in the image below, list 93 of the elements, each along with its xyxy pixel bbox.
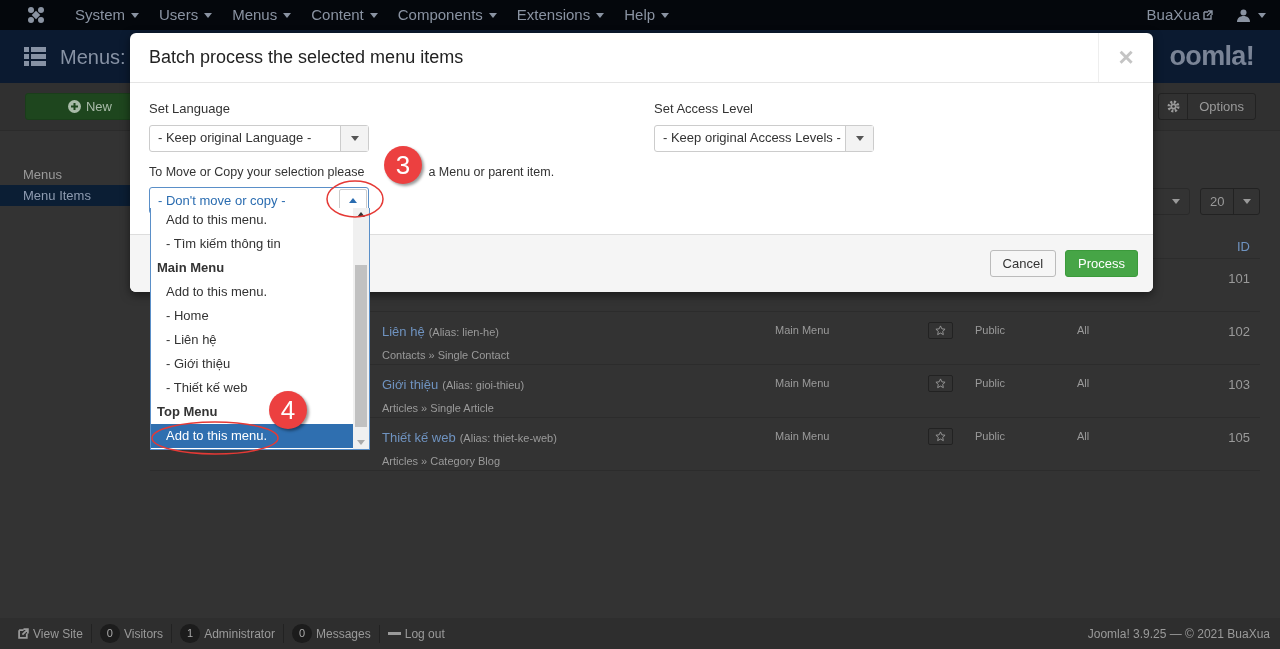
caret-icon — [596, 12, 605, 18]
option-group-label: Top Menu — [157, 403, 218, 422]
status-link[interactable]: Visitors — [123, 624, 164, 643]
site-link[interactable]: BuaXua — [1146, 3, 1213, 27]
alias-text: (Alias: thiet-ke-web) — [459, 431, 557, 446]
status-link[interactable]: Log out — [404, 624, 445, 643]
list-icon — [24, 47, 46, 66]
nav-menu-item[interactable]: System — [65, 3, 149, 27]
caret-icon — [350, 135, 359, 141]
alias-text: (Alias: gioi-thieu) — [442, 378, 525, 393]
status-link[interactable]: View Site — [33, 624, 83, 643]
plus-icon — [68, 100, 81, 113]
caret-icon — [131, 12, 139, 18]
caret-icon — [1242, 199, 1251, 204]
caret-icon — [855, 135, 864, 141]
star-button[interactable] — [928, 322, 953, 339]
table-cell: Main Menu — [775, 324, 830, 336]
menu-item-title-link[interactable]: Liên hệ — [382, 322, 425, 342]
star-button[interactable] — [928, 428, 953, 445]
dropdown-option[interactable]: - Home — [151, 304, 353, 328]
table-cell: All — [1077, 324, 1090, 336]
caret-icon — [1258, 12, 1266, 18]
select-field[interactable]: - Keep original Language - — [149, 124, 369, 152]
table-cell: Public — [975, 430, 1005, 442]
status-link[interactable]: Messages — [316, 624, 371, 643]
caret-icon — [204, 12, 213, 18]
minus-icon — [387, 632, 401, 635]
star-icon — [935, 378, 946, 389]
menu-item-title-link[interactable]: Thiết kế web — [382, 428, 456, 448]
nav-menu-item[interactable]: Menus — [222, 3, 302, 27]
dropdown-option[interactable]: - Tìm kiếm thông tin — [151, 232, 353, 256]
option-group-label: Main Menu — [157, 259, 225, 278]
caret-icon — [349, 198, 357, 204]
nav-menu-item[interactable]: Extensions — [506, 3, 615, 27]
count-badge: 0 — [99, 624, 120, 643]
table-cell: All — [1077, 377, 1090, 389]
user-menu-button[interactable] — [1237, 8, 1266, 22]
table-cell: Main Menu — [775, 377, 830, 389]
item-type-text: Articles » Category Blog — [382, 453, 501, 469]
count-badge: 1 — [180, 624, 201, 643]
dropdown-option[interactable]: - Giới thiệu — [151, 352, 353, 376]
nav-menu-item[interactable]: Help — [614, 3, 680, 27]
select-field[interactable]: - Keep original Access Levels - — [654, 124, 874, 152]
item-type-text: Articles » Single Article — [382, 400, 495, 416]
external-link-icon — [18, 628, 29, 639]
copyright-text: Joomla! 3.9.25 — © 2021 BuaXua — [1087, 625, 1270, 643]
table-cell: Public — [975, 377, 1005, 389]
caret-icon — [661, 12, 670, 18]
caret-icon — [369, 12, 378, 18]
page-title: Menus: — [60, 44, 126, 70]
item-type-text: Contacts » Single Contact — [382, 347, 511, 363]
table-cell: Main Menu — [775, 430, 830, 442]
table-cell: 102 — [1228, 324, 1250, 339]
select-value: - Keep original Language - — [157, 129, 313, 148]
highlight-ellipse — [325, 179, 385, 219]
logo-text: oomla! — [1169, 40, 1254, 74]
table-cell: All — [1077, 430, 1090, 442]
dropdown-option[interactable]: Add to this menu. — [151, 424, 353, 448]
alias-text: (Alias: lien-he) — [428, 325, 499, 340]
table-cell: 105 — [1228, 430, 1250, 445]
gear-icon — [1166, 100, 1180, 113]
help-text: To Move or Copy your selection please — [149, 163, 365, 181]
nav-menu-item[interactable]: Users — [149, 3, 223, 27]
caret-icon — [488, 12, 497, 18]
status-link[interactable]: Administrator — [204, 624, 275, 643]
dialog-title: Batch process the selected menu items — [148, 46, 465, 69]
column-header[interactable]: ID — [1237, 236, 1250, 257]
options-button[interactable]: Options — [1158, 93, 1256, 120]
dropdown-option[interactable]: - Liên hệ — [151, 328, 353, 352]
star-icon — [935, 431, 946, 442]
select-value: - Don't move or copy - — [157, 192, 287, 210]
user-icon — [1237, 8, 1250, 22]
cancel-button[interactable]: Cancel — [989, 250, 1057, 277]
select-value: - Keep original Access Levels - — [662, 129, 842, 148]
caret-icon — [283, 12, 292, 18]
list-limit-select[interactable]: 20 — [1200, 188, 1260, 215]
scrollbar-thumb[interactable] — [355, 265, 367, 427]
menu-item-title-link[interactable]: Giới thiệu — [382, 375, 439, 395]
help-text: a Menu or parent item. — [428, 163, 555, 181]
scroll-down-icon[interactable] — [357, 440, 365, 445]
table-cell: 103 — [1228, 377, 1250, 392]
nav-menu-item[interactable]: Content — [301, 3, 388, 27]
table-cell: 101 — [1228, 271, 1250, 286]
nav-menu-item[interactable]: Components — [387, 3, 507, 27]
table-cell: Public — [975, 324, 1005, 336]
star-icon — [935, 325, 946, 336]
field-label: Set Access Level — [654, 100, 754, 118]
dropdown-option[interactable]: Add to this menu. — [151, 280, 353, 304]
count-badge: 0 — [291, 624, 312, 643]
star-button[interactable] — [928, 375, 953, 392]
logo-icon[interactable] — [27, 6, 45, 24]
caret-icon — [1172, 199, 1180, 204]
external-link-icon — [1203, 10, 1213, 20]
